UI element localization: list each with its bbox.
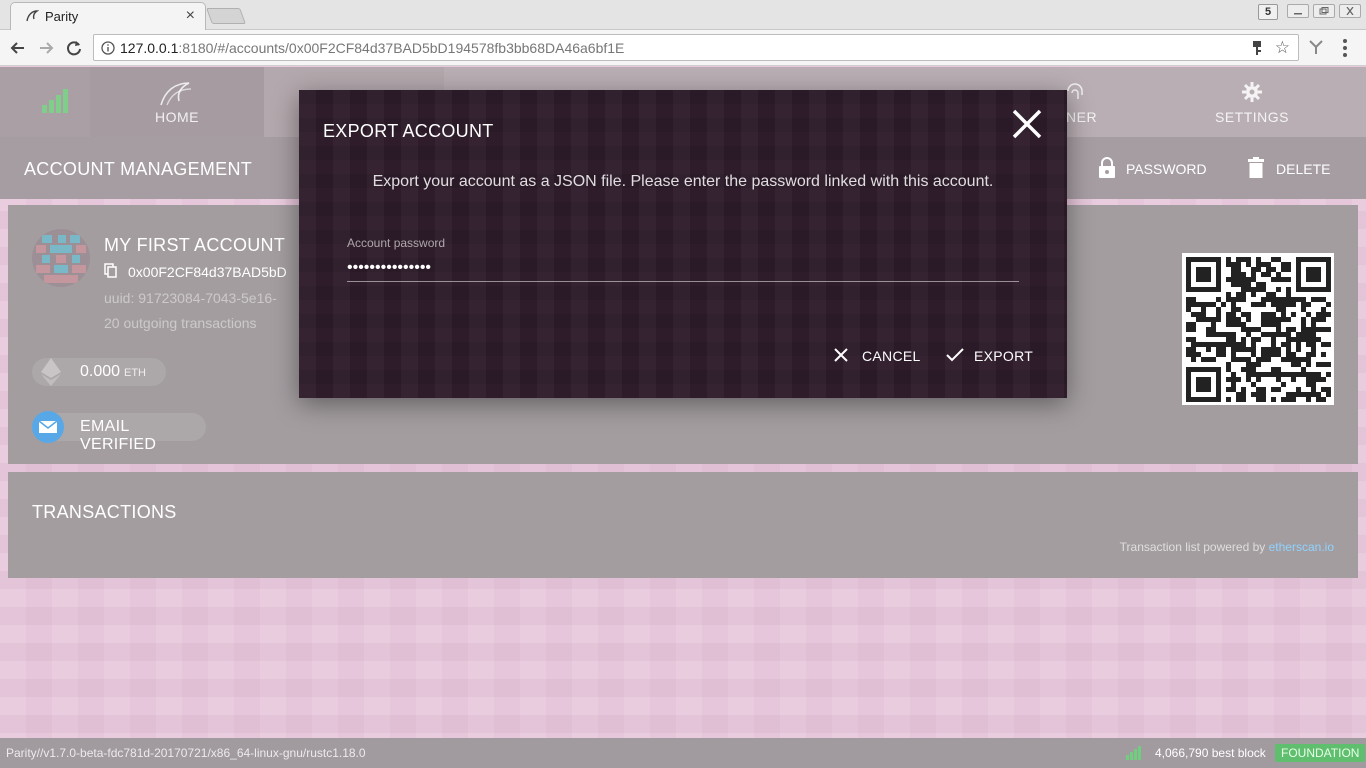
tab-home[interactable]: HOME [90,67,264,137]
key-icon[interactable] [1250,40,1264,56]
sync-signal-icon [1126,746,1141,760]
export-button-label: EXPORT [974,348,1034,364]
url-text[interactable]: 127.0.0.1:8180/#/accounts/0x00F2CF84d37B… [120,40,624,56]
lock-icon [1099,157,1115,178]
close-x-icon [834,348,848,362]
fingerprint-icon [1067,83,1083,99]
transactions-powered-by: Transaction list powered by etherscan.io [1120,540,1334,554]
transactions-title: TRANSACTIONS [32,502,177,522]
etherscan-link[interactable]: etherscan.io [1269,540,1334,554]
minimize-icon [1294,13,1302,15]
parity-favicon-icon [26,10,39,22]
reload-icon[interactable] [64,38,84,58]
account-tx-count: 20 outgoing transactions [104,315,257,331]
url-path: :8180/#/accounts/0x00F2CF84d37BAD5bD1945… [178,40,625,56]
identicon-image [36,235,86,283]
page-title: ACCOUNT MANAGEMENT [24,159,253,179]
checkmark-icon [946,348,964,362]
new-tab-button[interactable] [206,8,246,24]
ethereum-icon [41,358,61,386]
address-qr-code [1182,253,1334,405]
export-button[interactable]: EXPORT [945,340,1037,370]
best-block: 4,066,790 best block [1155,746,1266,760]
password-field[interactable] [347,254,1019,282]
account-identicon [32,229,90,287]
cancel-button-label: CANCEL [862,348,921,364]
balance-unit: ETH [124,367,146,379]
password-button-label: PASSWORD [1126,161,1207,177]
minimize-button[interactable] [1287,4,1309,18]
delete-button-label: DELETE [1276,161,1331,177]
status-tab[interactable] [0,67,90,137]
tab-settings[interactable]: SETTINGS [1202,67,1302,137]
email-verified-label: EMAIL VERIFIED [80,418,157,453]
balance-value: 0.000 [80,363,121,380]
transactions-card: TRANSACTIONS Transaction list powered by… [8,472,1358,578]
browser-toolbar: 127.0.0.1:8180/#/accounts/0x00F2CF84d37B… [0,30,1366,66]
status-footer: Parity//v1.7.0-beta-fdc781d-20170721/x86… [0,738,1366,768]
back-arrow-icon[interactable] [8,38,28,58]
envelope-glyph [38,420,58,433]
dialog-description: Export your account as a JSON file. Plea… [372,173,994,190]
extension-badge-icon[interactable]: 5 [1258,4,1278,20]
envelope-icon [32,411,64,443]
account-uuid: uuid: 91723084-7043-5e16- [104,290,277,306]
tab-home-content: HOME [90,67,264,137]
url-host: 127.0.0.1 [120,40,179,56]
close-window-icon [1346,7,1354,15]
email-verified-chip: EMAIL VERIFIED [32,411,206,453]
copy-icon[interactable] [104,263,118,279]
browser-titlebar: Parity × 5 [0,0,1366,30]
parity-app: HOME NER SETTINGS ACCOUNT MANAGEMENT PAS… [0,67,1366,738]
forward-arrow-icon[interactable] [36,38,56,58]
restore-button[interactable] [1313,4,1335,18]
browser-menu-icon[interactable] [1340,39,1350,57]
parity-logo-icon [160,82,192,106]
delete-button[interactable]: DELETE [1248,157,1330,181]
balance-chip: 0.000 ETH [32,358,166,386]
qr-code-image [1186,257,1331,402]
export-account-dialog: EXPORT ACCOUNT Export your account as a … [299,90,1067,398]
browser-tab[interactable]: Parity × [10,2,206,30]
signal-bars-icon [42,89,68,113]
account-address: 0x00F2CF84d37BAD5bD [128,264,287,280]
info-icon[interactable] [101,41,115,55]
tab-signer-label: NER [1066,109,1098,125]
account-name: MY FIRST ACCOUNT [104,235,286,255]
dialog-title: EXPORT ACCOUNT [323,121,494,141]
tab-close-icon[interactable]: × [186,7,195,25]
tab-settings-label: SETTINGS [1214,109,1289,125]
powered-by-text: Transaction list powered by [1119,540,1269,554]
trash-icon [1248,157,1264,178]
extension-icon[interactable] [1307,38,1325,56]
bookmark-star-icon[interactable]: ☆ [1275,39,1290,57]
chain-badge: FOUNDATION [1275,744,1366,762]
password-button[interactable]: PASSWORD [1098,157,1207,181]
restore-icon [1319,7,1329,15]
password-field-label: Account password [347,236,446,250]
close-icon[interactable] [1009,106,1045,142]
tab-home-label: HOME [155,109,199,125]
gear-icon [1242,82,1262,102]
version-string: Parity//v1.7.0-beta-fdc781d-20170721/x86… [6,746,366,760]
cancel-button[interactable]: CANCEL [833,340,923,370]
close-window-button[interactable] [1339,4,1361,18]
address-bar[interactable]: 127.0.0.1:8180/#/accounts/0x00F2CF84d37B… [93,34,1299,61]
tab-title: Parity [45,9,79,24]
